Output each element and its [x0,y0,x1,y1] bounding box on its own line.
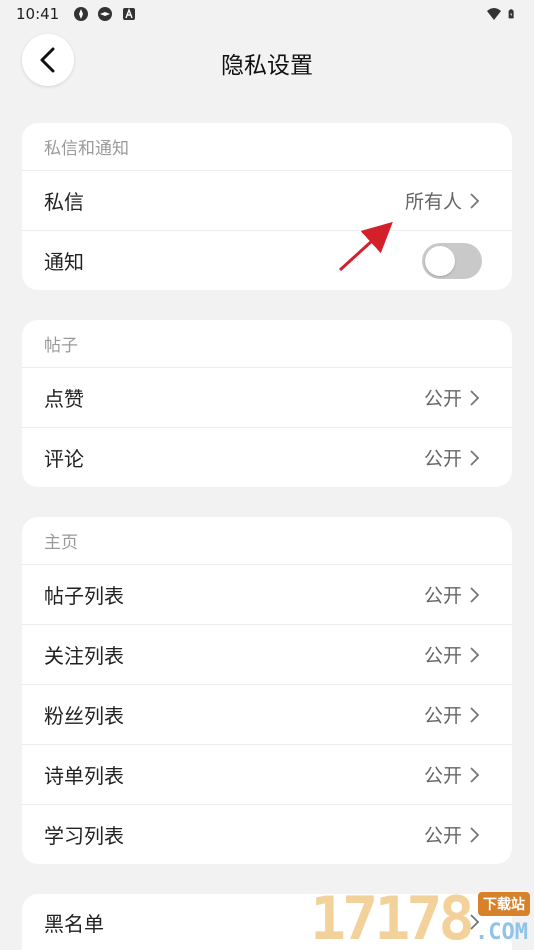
list-item[interactable]: 学习列表 公开 [22,804,512,864]
annotation-arrow-icon [338,221,393,272]
section-title-posts: 帖子 [44,336,78,356]
chevron-right-icon [470,389,480,406]
list-item-value: 公开 [423,825,462,847]
chevron-right-icon [470,826,480,843]
list-item-value: 公开 [423,765,462,787]
app-icon [98,7,113,21]
chevron-right-icon [470,646,480,663]
messages-card: 私信和通知 私信 所有人 通知 [22,123,512,290]
watermark-digits: 17178 [310,884,475,950]
chevron-right-icon [470,192,480,209]
like-value: 公开 [423,388,462,410]
section-title-homepage: 主页 [44,533,78,553]
like-label: 点赞 [44,387,84,411]
wifi-icon [487,8,501,20]
list-item-label: 关注列表 [44,644,124,668]
dm-value: 所有人 [404,191,462,213]
list-item-value: 公开 [423,705,462,727]
list-item-label: 帖子列表 [44,584,124,608]
dm-row[interactable]: 私信 所有人 [22,170,512,230]
status-time: 10:41 [16,5,60,23]
section-title-messages: 私信和通知 [44,139,129,159]
dm-label: 私信 [44,190,84,214]
notify-toggle[interactable] [422,242,482,279]
like-row[interactable]: 点赞 公开 [22,367,512,427]
notify-row: 通知 [22,230,512,290]
app-icon [74,7,89,21]
list-item[interactable]: 粉丝列表 公开 [22,684,512,744]
list-item-label: 诗单列表 [44,764,124,788]
chevron-right-icon [470,449,480,466]
watermark-badge: 下载站 [478,892,530,916]
status-bar: 10:41 [0,0,534,28]
list-item-value: 公开 [423,585,462,607]
battery-icon [508,9,514,19]
notification-a-icon [123,8,136,20]
list-item[interactable]: 关注列表 公开 [22,624,512,684]
comment-value: 公开 [423,448,462,470]
watermark-logo: 17178 下载站 .COM [310,884,534,950]
homepage-card: 主页 帖子列表 公开 关注列表 公开 粉丝列表 公开 诗单列表 公开 学习列表 … [22,517,512,864]
list-item[interactable]: 帖子列表 公开 [22,564,512,624]
header: 隐私设置 [0,30,534,94]
chevron-right-icon [470,766,480,783]
posts-card: 帖子 点赞 公开 评论 公开 [22,320,512,487]
list-item-label: 学习列表 [44,824,124,848]
chevron-right-icon [470,706,480,723]
list-item-label: 粉丝列表 [44,704,124,728]
watermark-suffix: .COM [475,920,528,945]
comment-row[interactable]: 评论 公开 [22,427,512,487]
comment-label: 评论 [44,447,84,471]
page-title: 隐私设置 [221,53,313,79]
chevron-right-icon [470,586,480,603]
list-item-value: 公开 [423,645,462,667]
list-item[interactable]: 诗单列表 公开 [22,744,512,804]
toggle-knob [425,245,455,276]
